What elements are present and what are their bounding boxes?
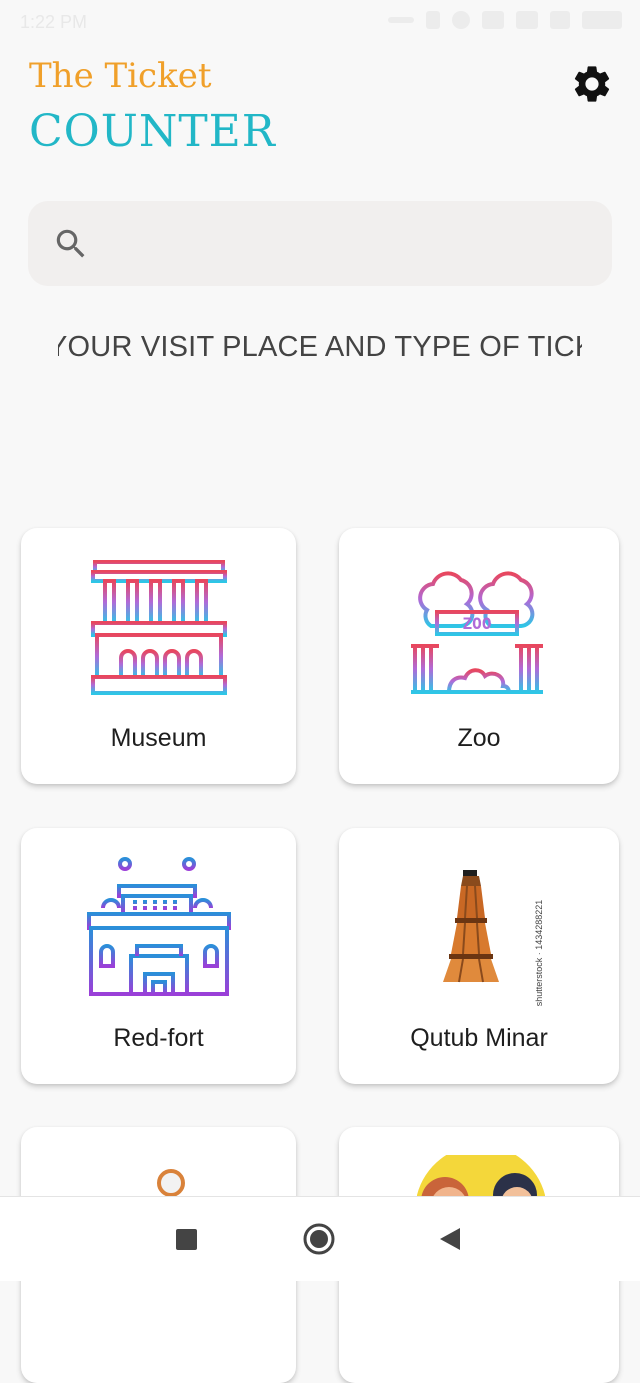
- qutub-minar-card[interactable]: shutterstock · 1434288221 Qutub Minar: [339, 828, 619, 1084]
- recents-button[interactable]: [176, 1229, 197, 1255]
- app-title-line1: The Ticket: [29, 56, 212, 96]
- card-label: Zoo: [457, 724, 501, 752]
- navigation-bar: [0, 1196, 640, 1281]
- marquee-banner: YOUR VISIT PLACE AND TYPE OF TICKET: [58, 325, 582, 375]
- battery-icon: [582, 11, 622, 29]
- signal-icon: [482, 11, 504, 29]
- search-input[interactable]: [108, 214, 592, 274]
- qutub-minar-icon: [443, 870, 499, 983]
- status-time: 1:22 PM: [20, 12, 88, 32]
- marquee-text: YOUR VISIT PLACE AND TYPE OF TICKET: [58, 331, 582, 363]
- alarm-icon: [452, 11, 470, 29]
- settings-button[interactable]: [566, 58, 618, 110]
- wifi-icon: [550, 11, 570, 29]
- square-icon: [176, 1229, 197, 1250]
- museum-card[interactable]: Museum: [21, 528, 296, 784]
- dots-icon: [388, 17, 414, 23]
- status-bar: 1:22 PM: [0, 0, 640, 44]
- triangle-back-icon: [440, 1228, 460, 1250]
- sim-icon: [426, 11, 440, 29]
- circle-icon: [303, 1223, 335, 1255]
- zoo-card[interactable]: ZOO Zoo: [339, 528, 619, 784]
- network-4g-icon: [516, 11, 538, 29]
- watermark-text: shutterstock · 1434288221: [534, 899, 544, 1007]
- back-button[interactable]: [440, 1228, 460, 1255]
- card-label: Museum: [110, 724, 207, 752]
- gear-icon: [574, 66, 610, 102]
- app-title-line2: COUNTER: [29, 106, 276, 157]
- svg-text:ZOO: ZOO: [463, 614, 492, 633]
- card-label: Red-fort: [113, 1024, 204, 1052]
- red-fort-icon: [87, 857, 231, 996]
- card-label: Qutub Minar: [410, 1024, 548, 1052]
- status-icons: [388, 11, 622, 29]
- ring-icon: [157, 1169, 185, 1197]
- red-fort-card[interactable]: Red-fort: [21, 828, 296, 1084]
- museum-icon: [91, 560, 227, 695]
- zoo-icon: ZOO: [411, 570, 543, 694]
- home-button[interactable]: [303, 1223, 335, 1260]
- search-icon: [56, 229, 85, 258]
